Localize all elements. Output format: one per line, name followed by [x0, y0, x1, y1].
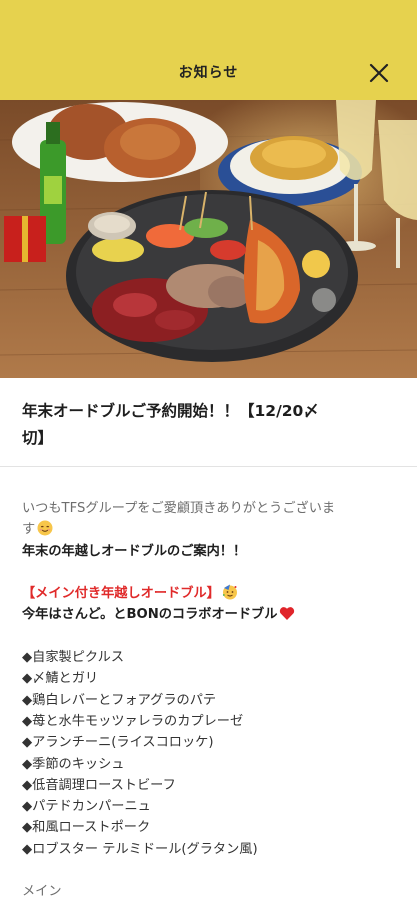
menu-item: ◆苺と水牛モッツァレラのカプレーゼ: [22, 713, 244, 729]
menu-item: ◆アランチーニ(ライスコロッケ): [22, 735, 214, 751]
header-title: お知らせ: [178, 65, 239, 81]
menu-item: ◆〆鯖とガリ: [22, 671, 99, 687]
collab-line: 今年はさんど。とBONのコラボオードブル: [22, 604, 402, 625]
article-body: いつもTFSグループをご愛顧頂きありがとうございま す 年末の年越しオードブルの…: [22, 498, 402, 903]
red-heart-icon: [279, 606, 295, 628]
menu-item: ◆自家製ピクルス: [22, 650, 125, 666]
divider: [0, 466, 417, 467]
article-title: 年末オードブルご予約開始！！【12/20〆 切】: [22, 398, 397, 452]
greeting-line-2: す: [22, 519, 402, 540]
party-platter-photo: [0, 100, 417, 378]
menu-item: ◆鶏白レバーとフォアグラのパテ: [22, 692, 217, 708]
menu-item: ◆季節のキッシュ: [22, 756, 125, 772]
menu-item: ◆低音調理ローストビーフ: [22, 777, 176, 793]
menu-item: ◆和風ローストポーク: [22, 820, 151, 836]
app-header: お知らせ: [0, 0, 417, 100]
menu-item: ◆パテドカンパーニュ: [22, 799, 151, 815]
close-button[interactable]: [366, 60, 392, 86]
collab-text: 今年はさんど。とBONのコラボオードブル: [22, 607, 278, 623]
main-label: メイン: [22, 884, 62, 900]
close-icon[interactable]: [366, 60, 392, 86]
intro-line: 年末の年越しオードブルのご案内！！: [22, 543, 247, 559]
greeting-line-2-text: す: [22, 522, 36, 538]
highlight-line: 【メイン付き年越しオードブル】: [22, 583, 402, 604]
menu-item: ◆ロブスター テルミドール(グラタン風): [22, 841, 258, 857]
hero-image: [0, 100, 417, 378]
article-title-line-2: 切】: [22, 429, 54, 447]
article-title-line-1: 年末オードブルご予約開始！！【12/20〆: [22, 402, 319, 420]
greeting-line-1: いつもTFSグループをご愛顧頂きありがとうございま: [22, 501, 336, 516]
highlight-text: 【メイン付き年越しオードブル】: [22, 586, 220, 602]
